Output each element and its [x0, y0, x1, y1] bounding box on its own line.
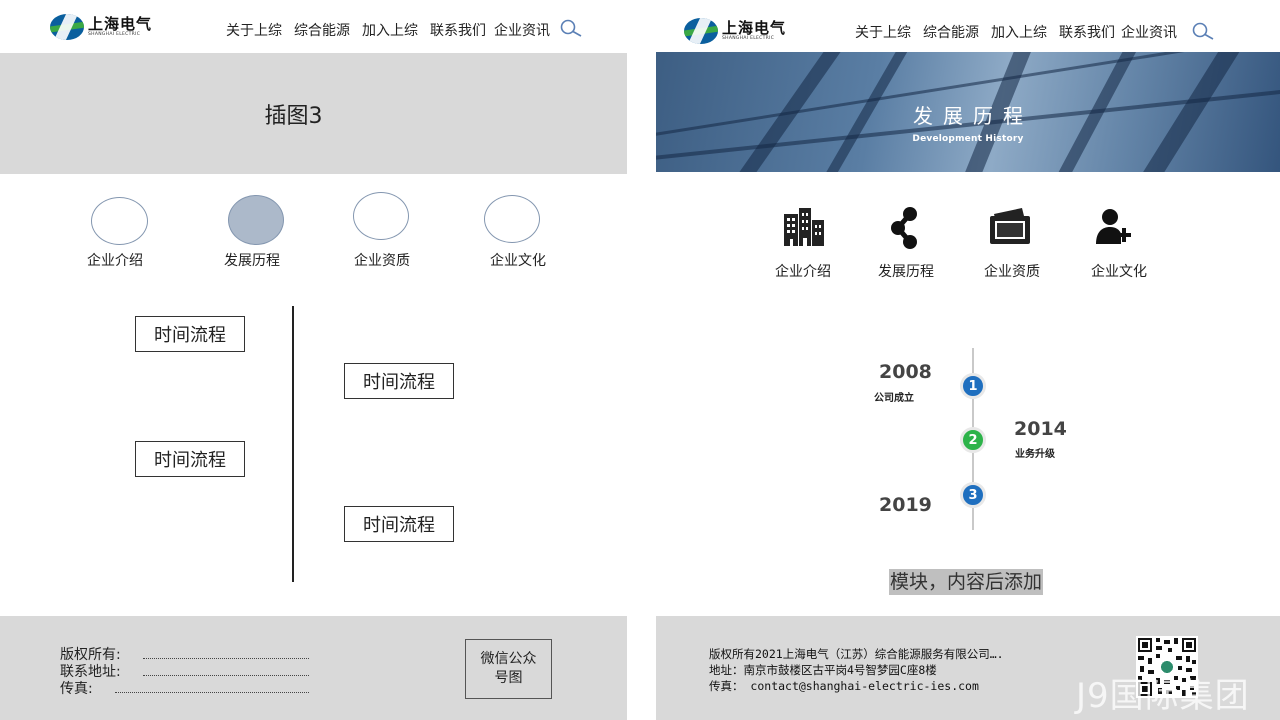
banner-placeholder-label: 插图3 [264, 103, 323, 129]
nav-item-news[interactable]: 企业资讯 [494, 20, 550, 40]
brand-logo[interactable]: 上海电气 SHANGHAI ELECTRIC [50, 14, 152, 40]
category-circle-intro[interactable] [91, 197, 148, 245]
timeline-year: 2019 [879, 494, 932, 516]
timeline-box: 时间流程 [344, 506, 454, 542]
nav-item-energy[interactable]: 综合能源 [923, 22, 979, 42]
header: 上海电气 SHANGHAI ELECTRIC 关于上综 综合能源 加入上综 联系… [0, 0, 627, 53]
nav-item-energy[interactable]: 综合能源 [294, 20, 350, 40]
logo-name-en: SHANGHAI ELECTRIC [722, 35, 775, 41]
category-label-qualification[interactable]: 企业资质 [354, 250, 410, 270]
timeline-axis [292, 306, 294, 582]
address-text: 地址：南京市鼓楼区古平岗4号智梦园C座8楼 [709, 663, 937, 677]
logo-name: 上海电气 [88, 14, 153, 33]
nav-item-news[interactable]: 企业资讯 [1121, 22, 1177, 42]
module-note: 模块，内容后添加 [889, 569, 1044, 595]
timeline-year: 2014 [1014, 418, 1067, 440]
timeline-note: 公司成立 [874, 393, 914, 404]
category-label-culture[interactable]: 企业文化 [1091, 261, 1147, 281]
category-label-intro[interactable]: 企业介绍 [775, 261, 831, 281]
category-circle-qualification[interactable] [353, 192, 409, 240]
banner-subtitle: Development History [912, 134, 1024, 144]
wechat-qr-placeholder: 微信公众 号图 [465, 639, 552, 699]
timeline-box: 时间流程 [135, 316, 245, 352]
header: 上海电气 SHANGHAI ELECTRIC 关于上综 综合能源 加入上综 联系… [656, 0, 1280, 53]
fax-blank [115, 692, 309, 693]
category-label-history[interactable]: 发展历程 [878, 261, 934, 281]
share-nodes-icon[interactable] [884, 206, 928, 250]
category-label-history[interactable]: 发展历程 [224, 250, 280, 270]
category-label-intro[interactable]: 企业介绍 [87, 250, 143, 270]
certificate-icon[interactable] [988, 204, 1032, 248]
timeline-box: 时间流程 [344, 363, 454, 399]
user-plus-icon[interactable] [1094, 206, 1138, 250]
timeline-box: 时间流程 [135, 441, 245, 477]
design-panel: 上海电气 SHANGHAI ELECTRIC 关于上综 综合能源 加入上综 联系… [656, 0, 1280, 720]
logo-mark [684, 18, 718, 44]
logo-mark [50, 14, 84, 40]
timeline-note: 业务升级 [1015, 449, 1055, 460]
wireframe-panel: 上海电气 SHANGHAI ELECTRIC 关于上综 综合能源 加入上综 联系… [0, 0, 627, 720]
timeline-step-1[interactable]: 1 [960, 373, 986, 399]
nav-item-about[interactable]: 关于上综 [855, 22, 911, 42]
banner-placeholder: 插图3 [0, 53, 627, 174]
category-circle-culture[interactable] [484, 195, 540, 243]
brand-logo[interactable]: 上海电气 SHANGHAI ELECTRIC [684, 18, 786, 44]
timeline-step-2[interactable]: 2 [960, 427, 986, 453]
timeline-step-3[interactable]: 3 [960, 482, 986, 508]
fax-text: 传真： contact@shanghai-electric-ies.com [709, 679, 979, 693]
search-icon[interactable] [1192, 22, 1216, 42]
search-icon[interactable] [560, 19, 584, 39]
watermark: J9国际集团 [1076, 676, 1250, 716]
copyright-text: 版权所有2021上海电气（江苏）综合能源服务有限公司…. [709, 647, 1004, 661]
category-label-qualification[interactable]: 企业资质 [984, 261, 1040, 281]
nav-item-about[interactable]: 关于上综 [226, 20, 282, 40]
nav-item-contact[interactable]: 联系我们 [430, 20, 486, 40]
timeline-year: 2008 [879, 361, 932, 383]
banner-title: 发展历程 [913, 104, 1033, 128]
fax-label: 传真: [60, 681, 93, 697]
nav-item-contact[interactable]: 联系我们 [1059, 22, 1115, 42]
history-banner: 发展历程 Development History [656, 52, 1280, 172]
footer: 版权所有: 联系地址: 传真: 微信公众 号图 [0, 616, 627, 720]
logo-name: 上海电气 [722, 18, 787, 37]
address-blank [143, 675, 309, 676]
logo-name-en: SHANGHAI ELECTRIC [88, 31, 141, 37]
category-circle-history[interactable] [228, 195, 284, 245]
buildings-icon[interactable] [782, 206, 826, 250]
category-label-culture[interactable]: 企业文化 [490, 250, 546, 270]
copyright-blank [143, 658, 309, 659]
nav-item-join[interactable]: 加入上综 [991, 22, 1047, 42]
main-nav: 关于上综 综合能源 加入上综 联系我们 企业资讯 [226, 20, 562, 40]
main-nav: 关于上综 综合能源 加入上综 联系我们 企业资讯 [855, 22, 1189, 42]
nav-item-join[interactable]: 加入上综 [362, 20, 418, 40]
footer: 版权所有2021上海电气（江苏）综合能源服务有限公司…. 地址：南京市鼓楼区古平… [656, 616, 1280, 720]
